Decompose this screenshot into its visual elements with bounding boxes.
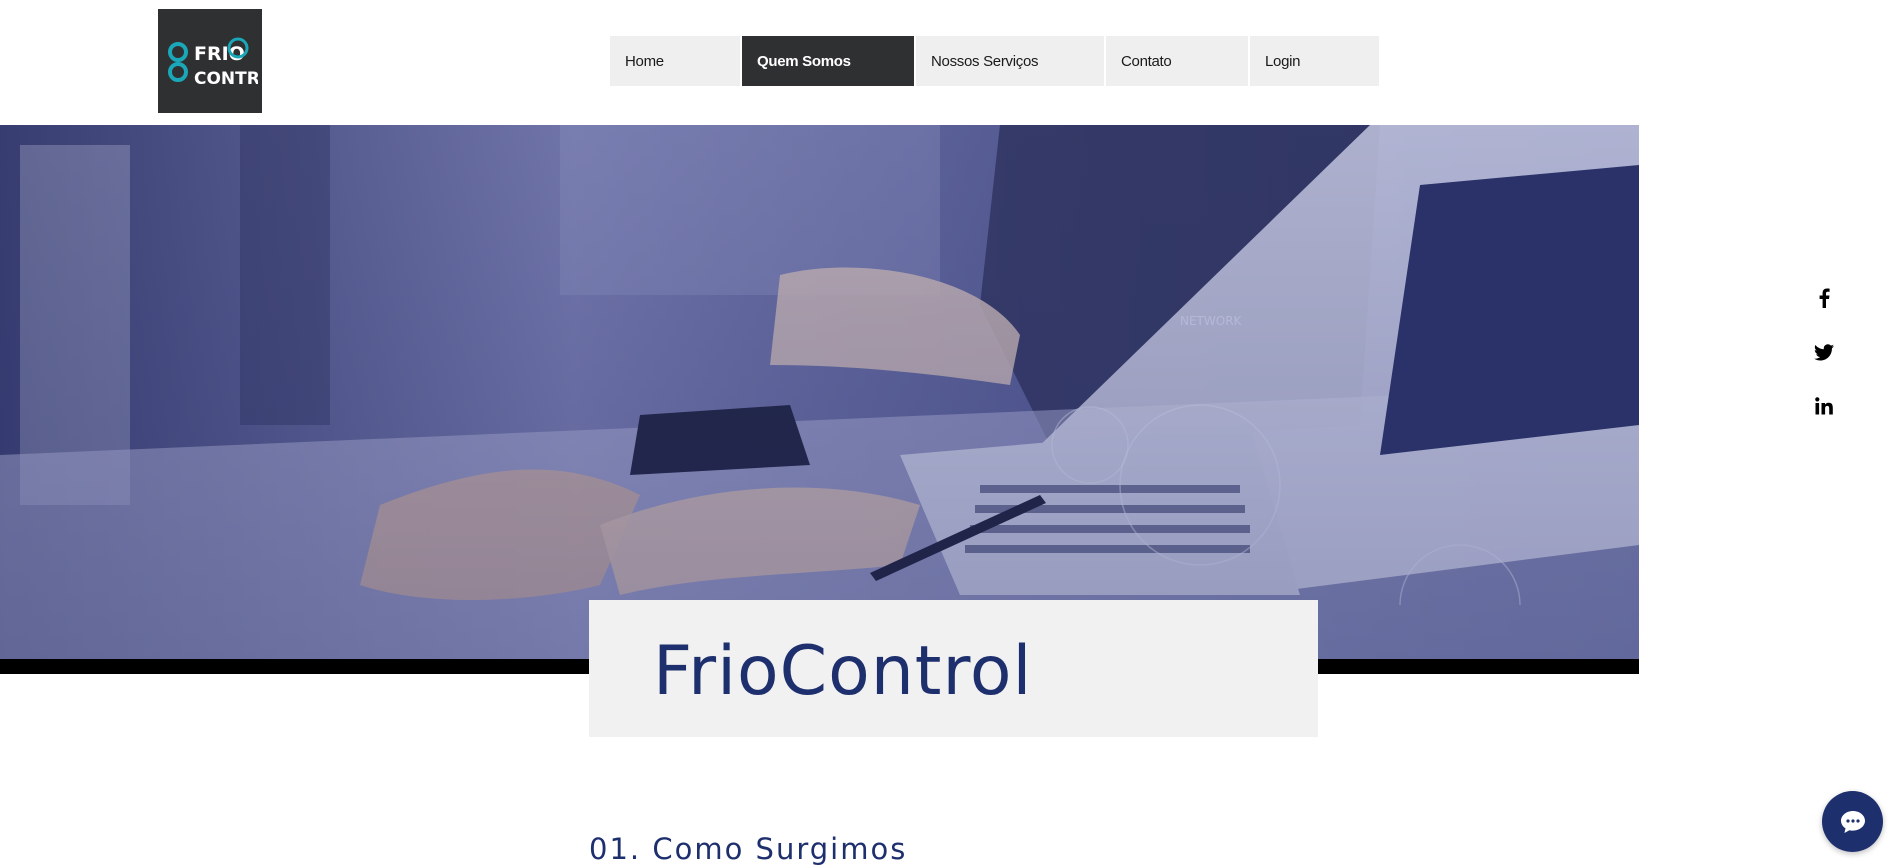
nav-item-nossos-servicos[interactable]: Nossos Serviços bbox=[916, 36, 1106, 86]
facebook-link[interactable] bbox=[1812, 286, 1836, 310]
hero-image: NETWORK bbox=[0, 125, 1639, 674]
page-title: FrioControl bbox=[653, 632, 1033, 711]
chat-button[interactable] bbox=[1822, 791, 1883, 852]
nav-label-home: Home bbox=[625, 52, 664, 70]
friocontrol-logo-icon: FRIO CONTROL bbox=[168, 37, 258, 89]
nav-label-login: Login bbox=[1265, 52, 1301, 70]
social-bar bbox=[1812, 286, 1836, 418]
logo-line1: FRIO bbox=[194, 43, 245, 65]
nav-item-quem-somos[interactable]: Quem Somos bbox=[742, 36, 916, 86]
linkedin-icon bbox=[1815, 397, 1833, 415]
section-heading: 01. Como Surgimos bbox=[589, 832, 908, 866]
linkedin-link[interactable] bbox=[1812, 394, 1836, 418]
nav-label-nossos-servicos: Nossos Serviços bbox=[931, 52, 1039, 70]
twitter-link[interactable] bbox=[1812, 340, 1836, 364]
nav-item-contato[interactable]: Contato bbox=[1106, 36, 1250, 86]
nav-item-home[interactable]: Home bbox=[610, 36, 742, 86]
main-nav: Home Quem Somos Nossos Serviços Contato … bbox=[610, 36, 1379, 86]
site-logo[interactable]: FRIO CONTROL bbox=[158, 9, 262, 113]
twitter-icon bbox=[1814, 343, 1834, 360]
nav-label-quem-somos: Quem Somos bbox=[757, 52, 851, 70]
logo-line2: CONTROL bbox=[194, 69, 258, 89]
nav-label-contato: Contato bbox=[1121, 52, 1172, 70]
nav-item-login[interactable]: Login bbox=[1250, 36, 1379, 86]
title-card: FrioControl bbox=[589, 600, 1318, 737]
hero-banner: NETWORK bbox=[0, 125, 1639, 674]
chat-bubble-icon bbox=[1840, 810, 1865, 833]
facebook-icon bbox=[1819, 288, 1830, 308]
